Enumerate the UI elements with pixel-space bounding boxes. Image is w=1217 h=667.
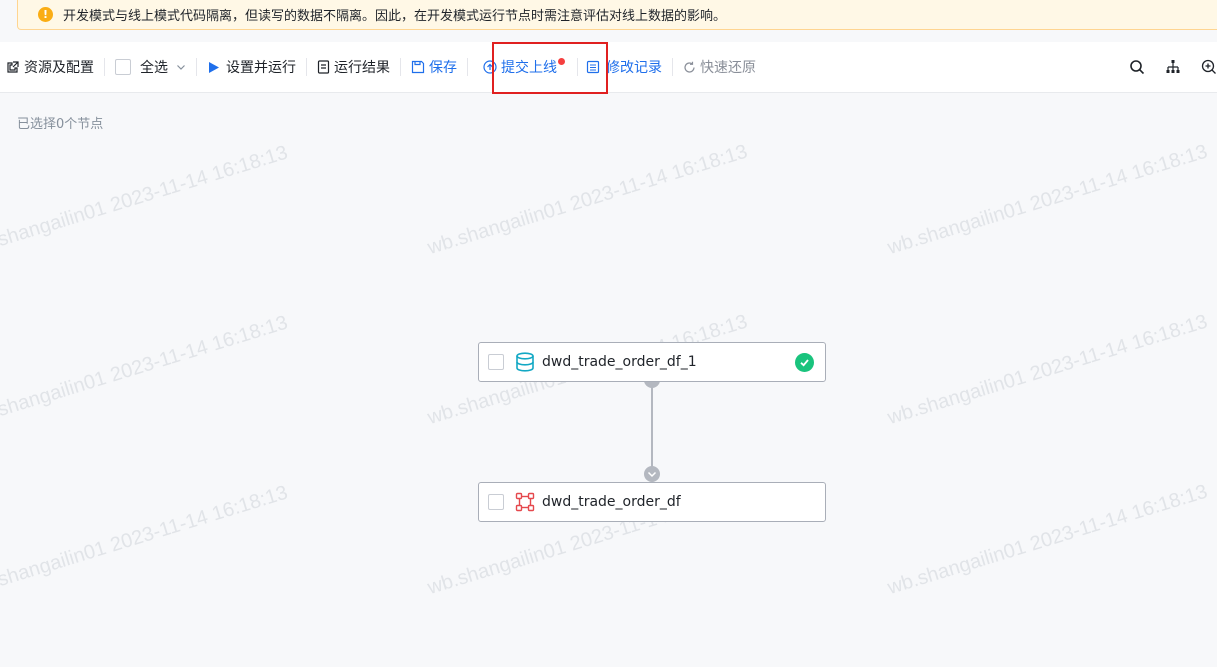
- divider: [672, 58, 673, 76]
- submit-online-label: 提交上线: [501, 60, 557, 76]
- search-icon: [1129, 59, 1145, 75]
- tree-structure-icon: [1165, 59, 1181, 75]
- watermark: shangailin01 2023-11-14 16:18:13: [0, 141, 291, 252]
- success-check-icon: [795, 353, 814, 372]
- layout-tree-button[interactable]: [1165, 42, 1181, 92]
- warning-icon: !: [38, 7, 53, 22]
- divider: [196, 58, 197, 76]
- select-all-label: 全选: [140, 60, 168, 76]
- node-checkbox[interactable]: [488, 494, 504, 510]
- node-checkbox[interactable]: [488, 354, 504, 370]
- watermark: shangailin01 2023-11-14 16:18:13: [0, 311, 291, 422]
- resource-link-icon: [6, 60, 20, 74]
- node-label: dwd_trade_order_df: [542, 494, 681, 510]
- select-all-dropdown[interactable]: 全选: [115, 42, 186, 92]
- watermark: wb.shangailin01 2023-11-14 16:18:13: [885, 310, 1211, 430]
- divider: [306, 58, 307, 76]
- chevron-down-icon: [176, 62, 186, 72]
- database-icon: [515, 352, 535, 372]
- list-icon: [586, 60, 600, 74]
- watermark: wb.shangailin01 2023-11-14 16:18:13: [425, 140, 751, 260]
- save-icon: [411, 60, 425, 74]
- notice-banner: ! 开发模式与线上模式代码隔离，但读写的数据不隔离。因此，在开发模式运行节点时需…: [17, 0, 1217, 30]
- set-and-run-label: 设置并运行: [226, 60, 296, 76]
- node-label: dwd_trade_order_df_1: [542, 354, 697, 370]
- divider: [104, 58, 105, 76]
- notification-dot: [558, 57, 565, 65]
- watermark: wb.shangailin01 2023-11-14 16:18:13: [885, 480, 1211, 600]
- dag-node[interactable]: dwd_trade_order_df: [478, 482, 826, 522]
- zoom-in-button[interactable]: [1201, 42, 1217, 92]
- refresh-icon: [683, 61, 696, 74]
- select-all-checkbox[interactable]: [115, 59, 131, 75]
- watermark: wb.shangailin01 2023-11-14 16:18:13: [885, 140, 1211, 260]
- search-button[interactable]: [1129, 42, 1145, 92]
- set-and-run-button[interactable]: 设置并运行: [207, 42, 296, 92]
- divider: [467, 58, 468, 76]
- watermark: shangailin01 2023-11-14 16:18:13: [0, 481, 291, 592]
- save-button[interactable]: 保存: [411, 42, 457, 92]
- run-results-label: 运行结果: [334, 60, 390, 76]
- play-icon: [207, 61, 220, 74]
- edge-connector: [644, 372, 660, 482]
- notice-text: 开发模式与线上模式代码隔离，但读写的数据不隔离。因此，在开发模式运行节点时需注意…: [63, 9, 727, 24]
- change-log-button[interactable]: 修改记录: [586, 42, 662, 92]
- upload-circle-icon: [483, 60, 497, 74]
- quick-restore-label: 快速还原: [700, 60, 756, 76]
- toolbar: 资源及配置 全选 设置并运行 运行结果 保存 提交上线 修改记录 快速还原: [0, 42, 1217, 93]
- resources-config-label: 资源及配置: [24, 60, 94, 76]
- zoom-in-icon: [1201, 59, 1217, 75]
- quick-restore-button[interactable]: 快速还原: [683, 42, 756, 92]
- save-label: 保存: [429, 60, 457, 76]
- table-node-icon: [515, 492, 535, 512]
- run-results-button[interactable]: 运行结果: [317, 42, 390, 92]
- selected-nodes-count: 已选择0个节点: [17, 117, 104, 132]
- divider: [400, 58, 401, 76]
- dag-node[interactable]: dwd_trade_order_df_1: [478, 342, 826, 382]
- change-log-label: 修改记录: [606, 60, 662, 76]
- resources-config-button[interactable]: 资源及配置: [6, 42, 94, 92]
- divider: [577, 58, 578, 76]
- submit-online-button[interactable]: 提交上线: [483, 42, 565, 92]
- document-list-icon: [317, 60, 330, 74]
